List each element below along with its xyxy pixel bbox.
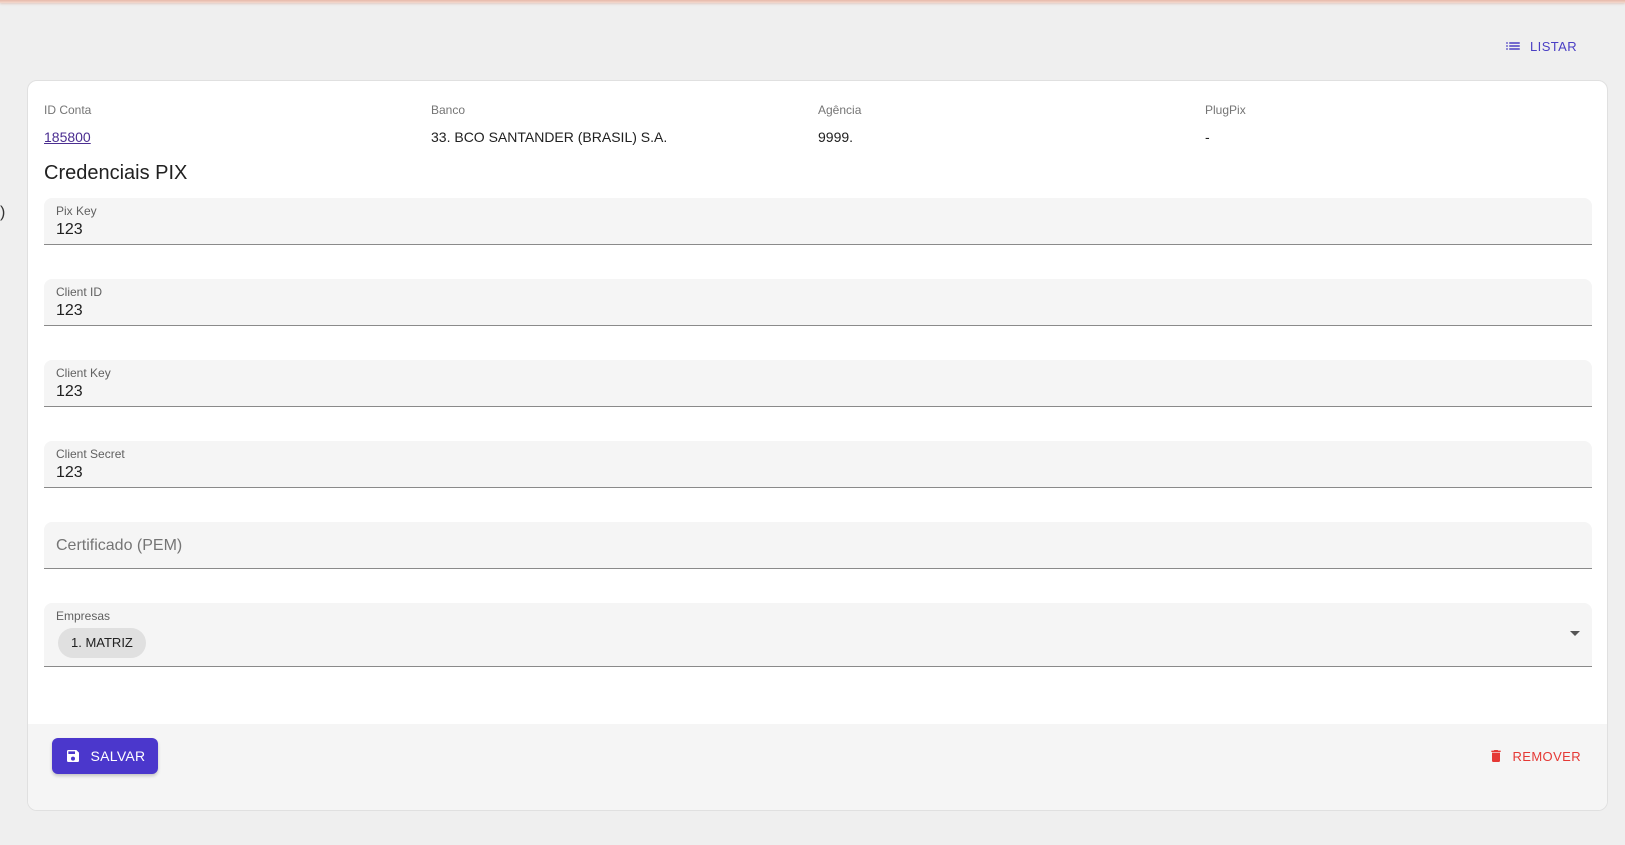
account-card: ID Conta 185800 Banco 33. BCO SANTANDER …: [27, 80, 1608, 811]
pix-key-input[interactable]: 123: [56, 221, 1556, 239]
card-footer: SALVAR REMOVER: [28, 724, 1607, 810]
listar-label: LISTAR: [1530, 38, 1577, 54]
certificado-field[interactable]: Certificado (PEM): [44, 522, 1592, 569]
info-value: 9999.: [818, 129, 854, 145]
client-key-field[interactable]: Client Key 123: [44, 360, 1592, 407]
pix-key-label: Pix Key: [56, 204, 97, 218]
client-id-input[interactable]: 123: [56, 302, 1556, 320]
info-value: 33. BCO SANTANDER (BRASIL) S.A.: [431, 129, 668, 145]
client-key-input[interactable]: 123: [56, 383, 1556, 401]
account-info-row: ID Conta 185800 Banco 33. BCO SANTANDER …: [44, 103, 1592, 147]
client-key-label: Client Key: [56, 366, 111, 380]
info-value: -: [1205, 129, 1210, 145]
certificado-placeholder: Certificado (PEM): [56, 537, 183, 554]
save-label: SALVAR: [90, 748, 146, 764]
empresas-select[interactable]: Empresas 1. MATRIZ: [44, 603, 1592, 667]
client-id-field[interactable]: Client ID 123: [44, 279, 1592, 326]
empresas-label: Empresas: [56, 609, 111, 623]
info-banco: Banco 33. BCO SANTANDER (BRASIL) S.A.: [431, 103, 818, 147]
info-label: PlugPix: [1205, 103, 1246, 117]
floppy-disk-icon: [66, 750, 79, 762]
client-secret-input[interactable]: 123: [56, 464, 1556, 482]
listar-button[interactable]: LISTAR: [1504, 36, 1577, 56]
section-title: Credenciais PIX: [44, 162, 188, 184]
remove-label: REMOVER: [1512, 748, 1581, 764]
account-id-link[interactable]: 185800: [44, 129, 431, 147]
info-label: Banco: [431, 103, 466, 117]
save-button[interactable]: SALVAR: [52, 738, 158, 774]
info-agencia: Agência 9999.: [818, 103, 1205, 147]
info-plugpix: PlugPix -: [1205, 103, 1592, 147]
info-label: ID Conta: [44, 103, 92, 117]
client-id-label: Client ID: [56, 285, 103, 299]
pix-key-field[interactable]: Pix Key 123: [44, 198, 1592, 245]
side-fragment: ): [0, 204, 6, 221]
info-id-conta: ID Conta 185800: [44, 103, 431, 147]
info-label: Agência: [818, 103, 862, 117]
list-icon: [1506, 42, 1520, 50]
remove-button[interactable]: REMOVER: [1488, 746, 1581, 766]
empresa-chip[interactable]: 1. MATRIZ: [58, 628, 146, 658]
trash-icon: [1491, 750, 1502, 762]
top-progress-bar: [0, 0, 1625, 3]
chevron-down-icon[interactable]: [1570, 631, 1580, 636]
client-secret-field[interactable]: Client Secret 123: [44, 441, 1592, 488]
client-secret-label: Client Secret: [56, 447, 125, 461]
